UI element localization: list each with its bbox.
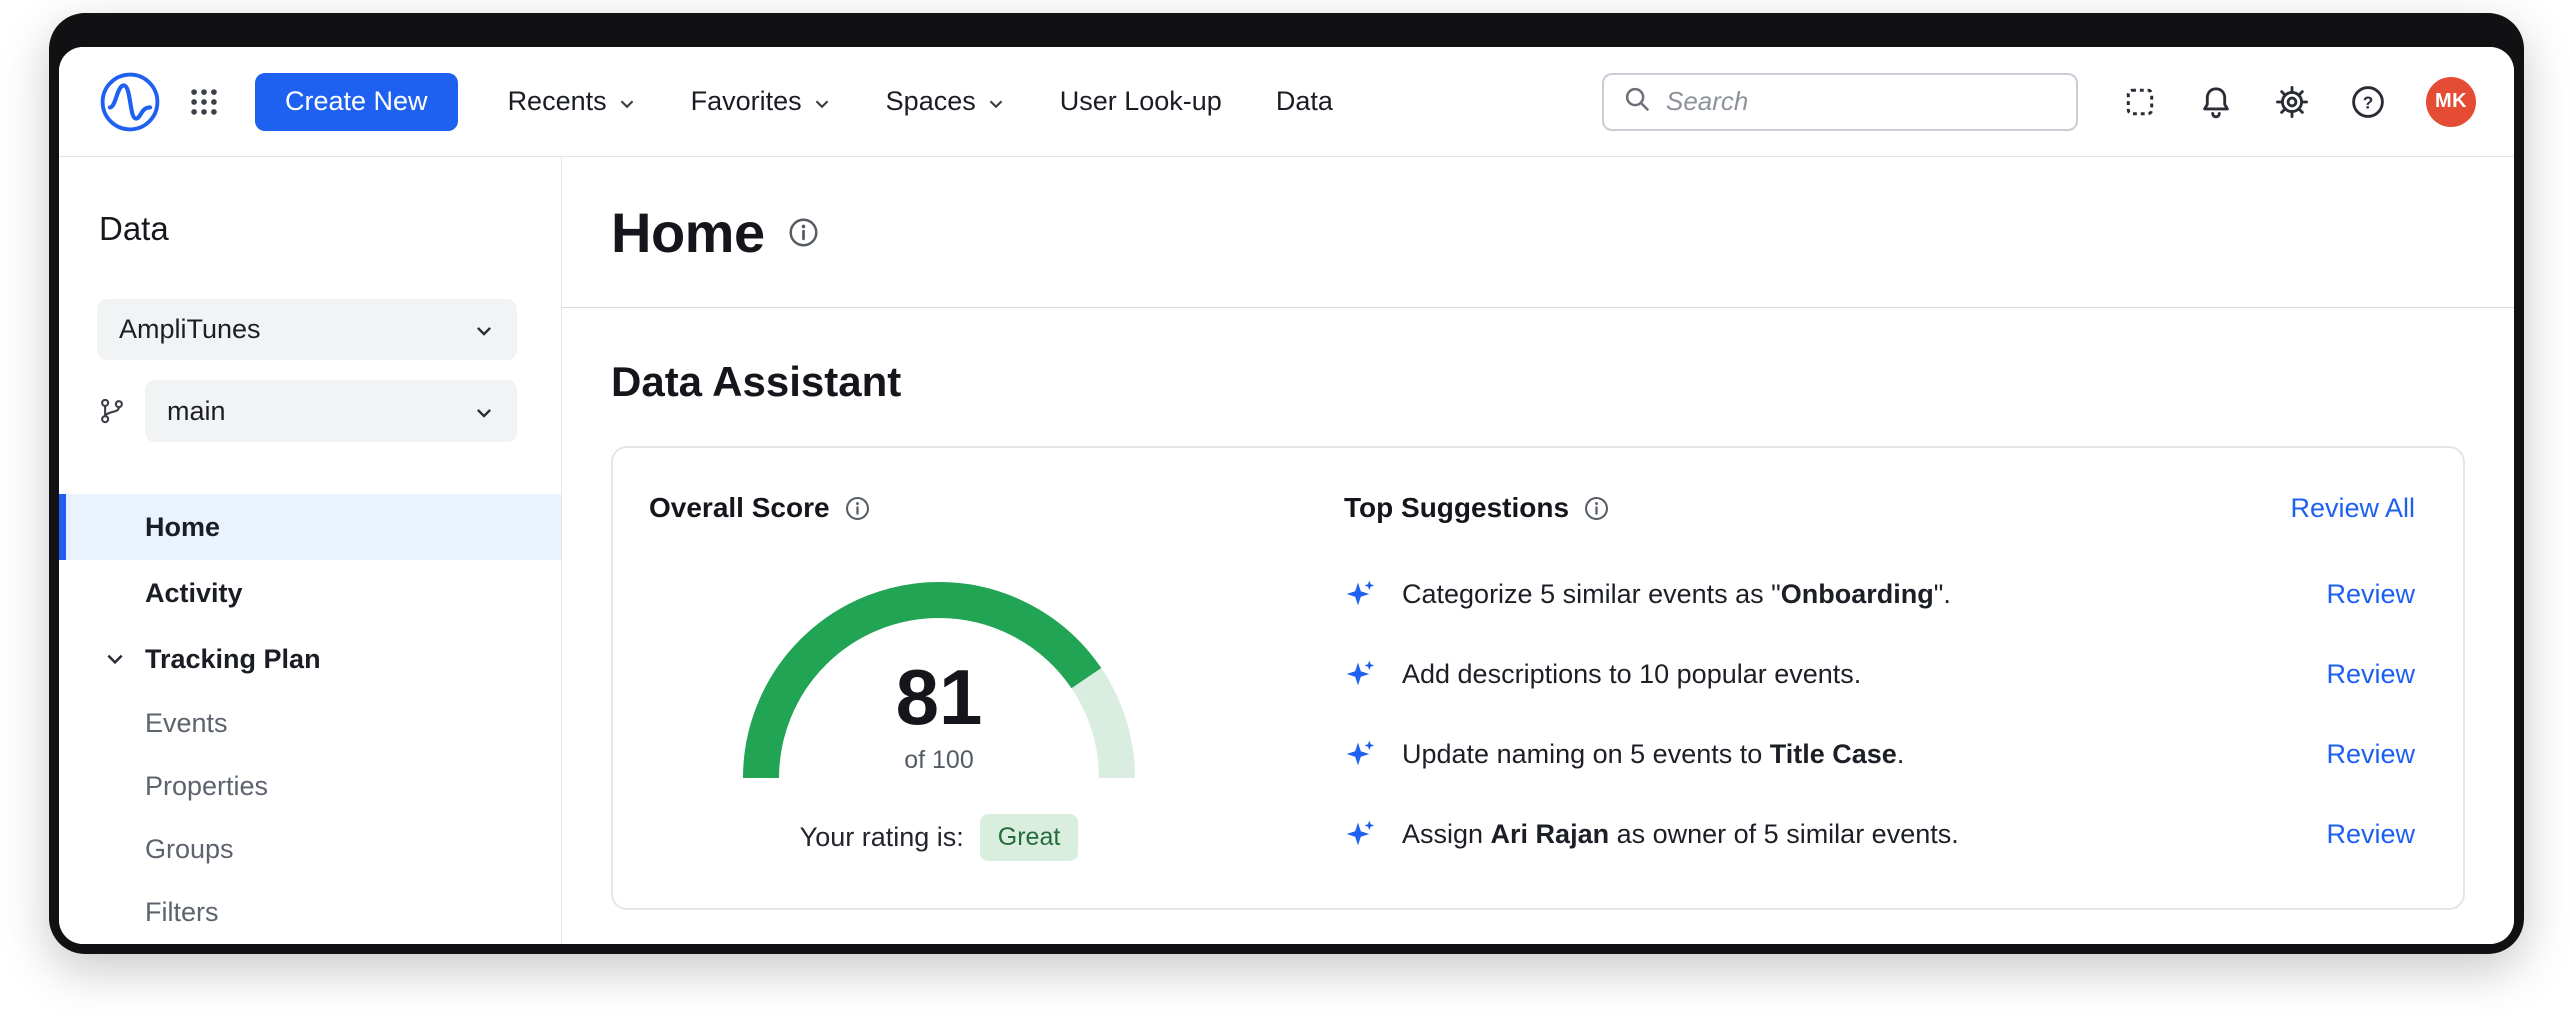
- suggestion-row: Update naming on 5 events to Title Case.…: [1344, 732, 2415, 776]
- sidebar-item-home[interactable]: Home: [59, 494, 561, 560]
- primary-nav: Recents Favorites Spaces: [508, 86, 1333, 117]
- page-background: Create New Recents Favorites: [0, 0, 2570, 1016]
- nav-label: Favorites: [691, 86, 802, 117]
- rating-row: Your rating is: Great: [649, 814, 1229, 861]
- sidebar-item-tracking-plan[interactable]: Tracking Plan: [59, 626, 561, 692]
- main-area: Home Data Assistant: [562, 157, 2514, 944]
- apps-grid-icon[interactable]: [187, 85, 221, 119]
- data-assistant-card: Overall Score: [611, 446, 2465, 910]
- sidebar-item-label: Activity: [145, 578, 243, 609]
- sparkle-icon: [1344, 578, 1376, 610]
- suggestions-header: Top Suggestions: [1344, 492, 2415, 524]
- nav-item-user-lookup[interactable]: User Look-up: [1060, 86, 1222, 117]
- overall-score-title: Overall Score: [649, 492, 830, 524]
- sidebar-nav: Home Activity Tracking Plan Event: [59, 494, 561, 944]
- main-content: Data Assistant Overall Score: [562, 308, 2514, 910]
- notifications-bell-icon[interactable]: [2198, 84, 2234, 120]
- git-branch-icon: [97, 396, 127, 426]
- score-gauge: 81 of 100: [739, 574, 1139, 786]
- nav-label: Data: [1276, 86, 1333, 117]
- sidebar-item-events[interactable]: Events: [59, 692, 561, 755]
- chevron-down-icon: [986, 90, 1006, 114]
- review-link[interactable]: Review: [2326, 819, 2415, 850]
- project-selector-value: AmpliTunes: [119, 314, 261, 345]
- info-icon[interactable]: [787, 216, 820, 249]
- review-link[interactable]: Review: [2326, 659, 2415, 690]
- rating-badge: Great: [980, 814, 1079, 861]
- sidebar: Data AmpliTunes: [59, 157, 562, 944]
- nav-label: Spaces: [886, 86, 976, 117]
- info-icon[interactable]: [1583, 495, 1610, 522]
- page-header: Home: [562, 157, 2514, 308]
- branch-selector-value: main: [167, 396, 226, 427]
- nav-label: Recents: [508, 86, 607, 117]
- suggestion-row: Assign Ari Rajan as owner of 5 similar e…: [1344, 812, 2415, 856]
- search-icon: [1622, 84, 1652, 119]
- section-title: Data Assistant: [611, 358, 2465, 406]
- branch-row: main: [97, 380, 517, 442]
- suggestion-row: Categorize 5 similar events as "Onboardi…: [1344, 572, 2415, 616]
- nav-item-spaces[interactable]: Spaces: [886, 86, 1006, 117]
- chevron-down-icon: [812, 90, 832, 114]
- sidebar-item-label: Events: [145, 708, 228, 739]
- sidebar-item-groups[interactable]: Groups: [59, 818, 561, 881]
- dashed-square-icon[interactable]: [2122, 84, 2158, 120]
- suggestion-row: Add descriptions to 10 popular events. R…: [1344, 652, 2415, 696]
- chevron-down-icon[interactable]: [103, 647, 127, 671]
- sidebar-item-filters[interactable]: Filters: [59, 881, 561, 944]
- chevron-down-icon: [473, 317, 495, 342]
- top-suggestions-section: Top Suggestions: [1344, 492, 2415, 864]
- sidebar-title: Data: [59, 209, 561, 249]
- user-avatar[interactable]: MK: [2426, 77, 2476, 127]
- score-denominator: of 100: [739, 746, 1139, 775]
- nav-label: User Look-up: [1060, 86, 1222, 117]
- suggestions-title: Top Suggestions: [1344, 492, 1569, 524]
- nav-item-recents[interactable]: Recents: [508, 86, 637, 117]
- page-title: Home: [611, 200, 765, 265]
- sidebar-item-label: Filters: [145, 897, 219, 928]
- sidebar-item-label: Tracking Plan: [145, 644, 321, 675]
- branch-selector[interactable]: main: [145, 380, 517, 442]
- create-new-button[interactable]: Create New: [255, 73, 458, 131]
- help-icon[interactable]: ?: [2350, 84, 2386, 120]
- sidebar-item-activity[interactable]: Activity: [59, 560, 561, 626]
- suggestion-text: Categorize 5 similar events as "Onboardi…: [1402, 579, 2300, 610]
- svg-text:?: ?: [2363, 92, 2374, 112]
- chevron-down-icon: [473, 399, 495, 424]
- topbar-actions: ? MK: [2122, 77, 2476, 127]
- app-window: Create New Recents Favorites: [49, 13, 2524, 954]
- top-navigation: Create New Recents Favorites: [59, 47, 2514, 157]
- rating-label: Your rating is:: [800, 822, 964, 853]
- score-number: 81: [739, 658, 1139, 736]
- sparkle-icon: [1344, 658, 1376, 690]
- settings-gear-icon[interactable]: [2274, 84, 2310, 120]
- review-link[interactable]: Review: [2326, 739, 2415, 770]
- review-link[interactable]: Review: [2326, 579, 2415, 610]
- sidebar-item-label: Properties: [145, 771, 268, 802]
- body-row: Data AmpliTunes: [59, 157, 2514, 944]
- suggestion-text: Assign Ari Rajan as owner of 5 similar e…: [1402, 819, 2300, 850]
- suggestion-text: Update naming on 5 events to Title Case.: [1402, 739, 2300, 770]
- sidebar-item-properties[interactable]: Properties: [59, 755, 561, 818]
- info-icon[interactable]: [844, 495, 871, 522]
- sparkle-icon: [1344, 738, 1376, 770]
- nav-item-data[interactable]: Data: [1276, 86, 1333, 117]
- chevron-down-icon: [617, 90, 637, 114]
- suggestion-text: Add descriptions to 10 popular events.: [1402, 659, 2300, 690]
- nav-item-favorites[interactable]: Favorites: [691, 86, 832, 117]
- overall-score-section: Overall Score: [649, 492, 1229, 864]
- sparkle-icon: [1344, 818, 1376, 850]
- sidebar-item-label: Home: [145, 512, 220, 543]
- app-content: Create New Recents Favorites: [59, 47, 2514, 944]
- suggestion-list: Categorize 5 similar events as "Onboardi…: [1344, 572, 2415, 856]
- sidebar-item-label: Groups: [145, 834, 234, 865]
- search-input[interactable]: [1666, 86, 2058, 117]
- search-box[interactable]: [1602, 73, 2078, 131]
- review-all-link[interactable]: Review All: [2290, 493, 2415, 524]
- amplitude-logo[interactable]: [99, 71, 161, 133]
- project-selector[interactable]: AmpliTunes: [97, 299, 517, 360]
